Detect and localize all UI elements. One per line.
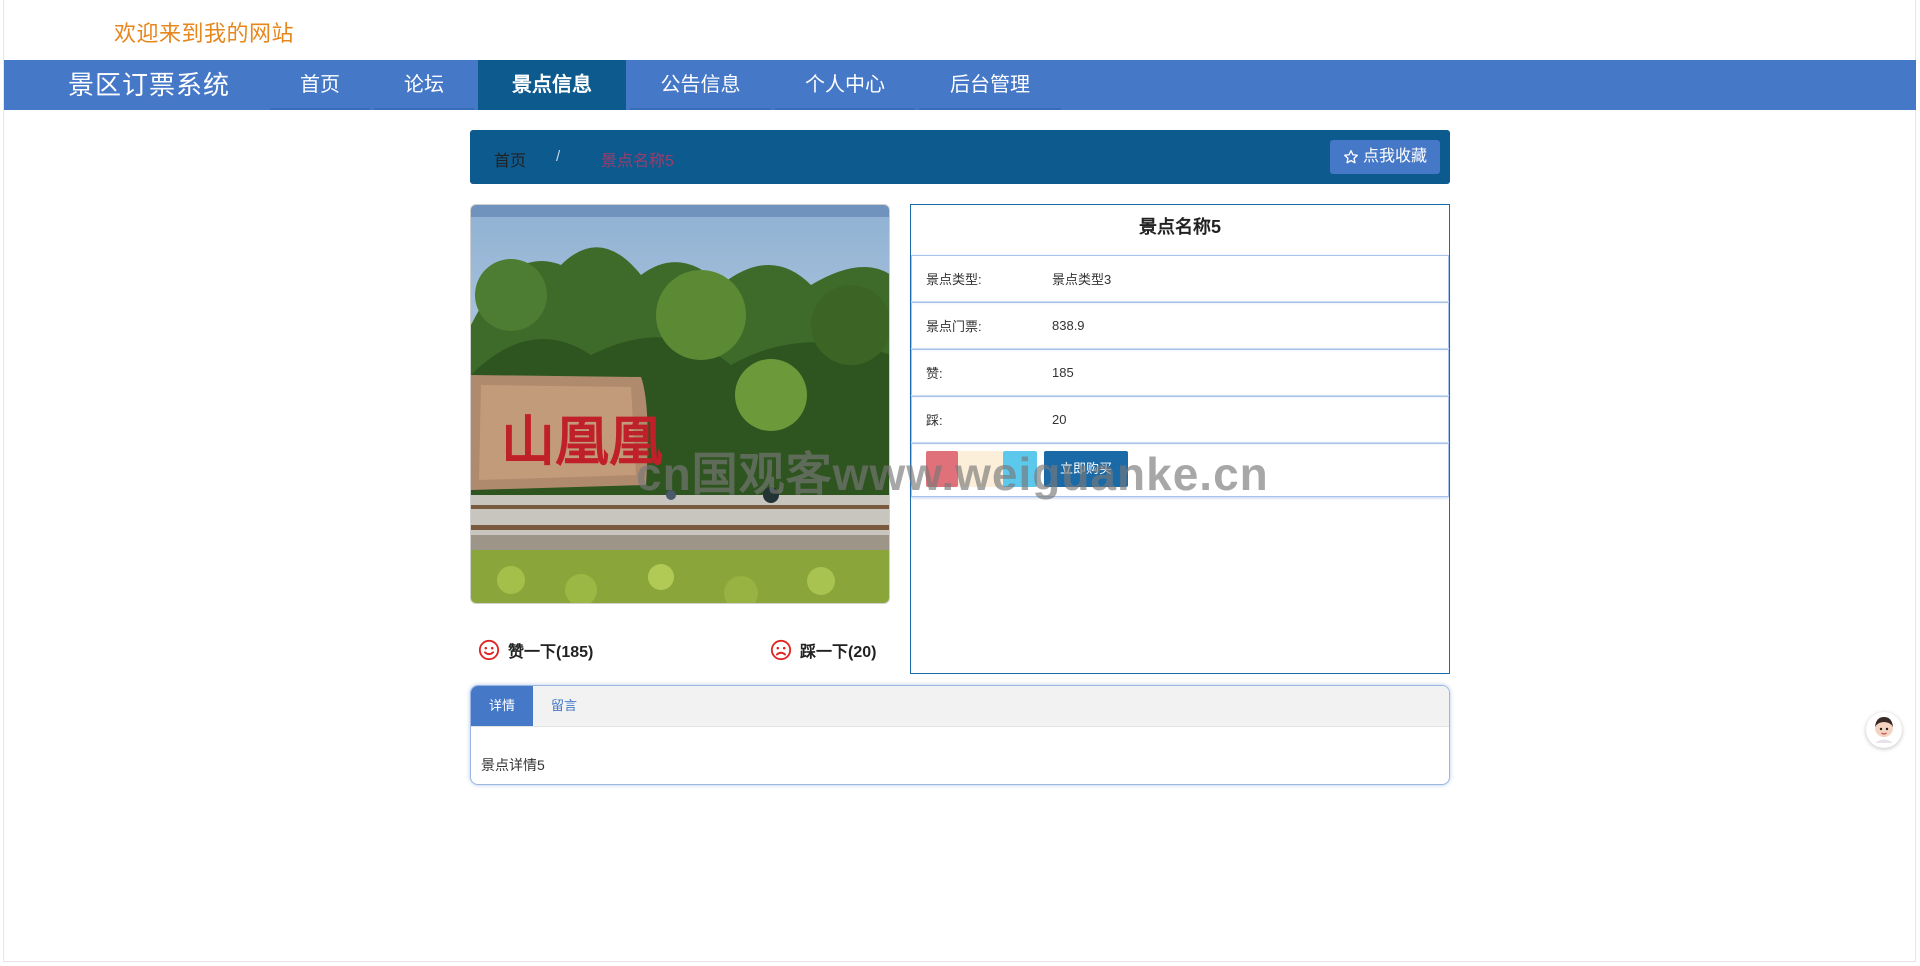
detail-label: 踩: bbox=[926, 413, 943, 428]
top-navbar: 景区订票系统 首页 论坛 景点信息 公告信息 个人中心 后台管理 bbox=[4, 60, 1916, 110]
chat-assistant-avatar[interactable] bbox=[1866, 712, 1902, 748]
like-label: 赞一下(185) bbox=[508, 644, 594, 661]
nav-item-personal-center[interactable]: 个人中心 bbox=[775, 60, 915, 110]
tab-content: 景点详情5 bbox=[481, 757, 545, 773]
detail-label: 景点类型: bbox=[926, 272, 982, 287]
detail-title: 景点名称5 bbox=[1138, 217, 1221, 237]
nav-item-scenic-info[interactable]: 景点信息 bbox=[478, 60, 626, 110]
detail-row-dislikes: 踩: 20 bbox=[911, 396, 1449, 442]
nav-item-admin[interactable]: 后台管理 bbox=[919, 60, 1061, 110]
breadcrumb: 首页 / 景点名称5 点我收藏 bbox=[470, 130, 1450, 184]
smile-icon bbox=[478, 639, 500, 661]
tab-details[interactable]: 详情 bbox=[471, 686, 534, 726]
nav-menu: 首页 论坛 景点信息 公告信息 个人中心 后台管理 bbox=[270, 60, 1065, 110]
detail-row-likes: 赞: 185 bbox=[911, 349, 1449, 395]
welcome-text: 欢迎来到我的网站 bbox=[114, 21, 295, 46]
breadcrumb-current: 景点名称5 bbox=[601, 153, 674, 170]
detail-row-price: 景点门票: 838.9 bbox=[911, 302, 1449, 348]
favorite-button[interactable]: 点我收藏 bbox=[1329, 140, 1440, 174]
dislike-label: 踩一下(20) bbox=[800, 644, 877, 661]
breadcrumb-home[interactable]: 首页 bbox=[494, 147, 526, 171]
frown-icon bbox=[770, 639, 792, 661]
like-button[interactable]: 赞一下(185) bbox=[478, 638, 593, 662]
scenic-photo: 山凰凰 bbox=[470, 204, 890, 604]
detail-tabs: 详情 留言 景点详情5 bbox=[470, 685, 1450, 785]
favorite-label: 点我收藏 bbox=[1362, 148, 1427, 165]
site-brand[interactable]: 景区订票系统 bbox=[68, 60, 230, 110]
nav-item-forum[interactable]: 论坛 bbox=[374, 60, 474, 110]
nav-item-announcements[interactable]: 公告信息 bbox=[630, 60, 771, 110]
watermark-text: cn国观客www.weiguanke.cn bbox=[636, 448, 1269, 500]
star-outline-icon bbox=[1343, 150, 1358, 164]
detail-value: 185 bbox=[1052, 365, 1074, 380]
detail-label: 赞: bbox=[926, 366, 943, 381]
tab-bar: 详情 留言 bbox=[471, 686, 1449, 727]
tab-comments[interactable]: 留言 bbox=[533, 686, 595, 726]
breadcrumb-separator: / bbox=[556, 148, 561, 165]
avatar-icon bbox=[1875, 717, 1893, 743]
scenic-photo-image: 山凰凰 bbox=[471, 205, 889, 603]
detail-value: 景点类型3 bbox=[1052, 272, 1112, 287]
detail-row-type: 景点类型: 景点类型3 bbox=[911, 255, 1449, 301]
detail-value: 838.9 bbox=[1052, 318, 1085, 333]
detail-label: 景点门票: bbox=[926, 319, 982, 334]
dislike-button[interactable]: 踩一下(20) bbox=[770, 638, 876, 662]
nav-item-home[interactable]: 首页 bbox=[270, 60, 370, 110]
detail-value: 20 bbox=[1052, 412, 1067, 427]
